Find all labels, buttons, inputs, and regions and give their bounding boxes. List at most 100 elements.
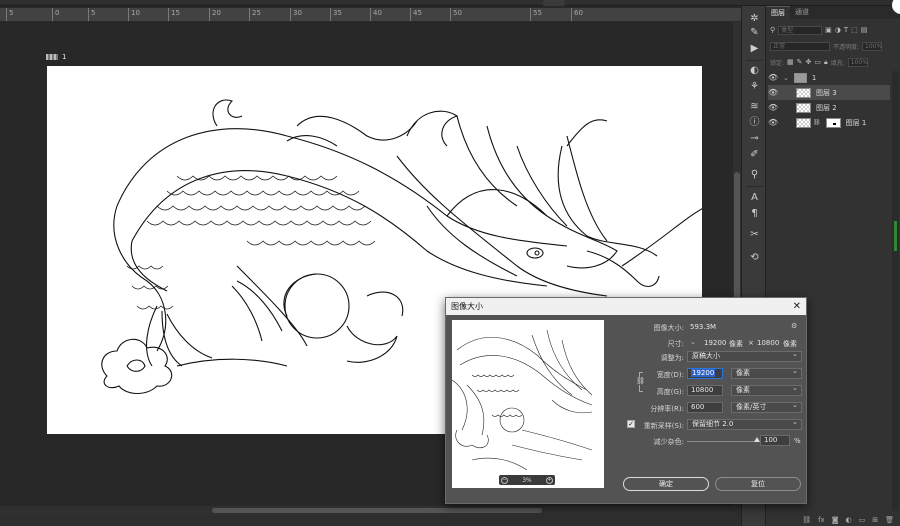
lock-pixels-icon[interactable]: ▦ — [787, 58, 794, 66]
reset-button[interactable]: 复位 — [715, 477, 801, 491]
paragraph-icon[interactable]: ¶ — [747, 207, 762, 220]
preview-dragon-art — [452, 329, 593, 471]
lock-move-icon[interactable]: ✥ — [806, 58, 812, 66]
dimension-sep: × — [748, 339, 754, 347]
lock-row: 锁定: ▦ ✎ ✥ ▭ 🔒︎ 填充: 100% — [766, 56, 890, 68]
brush-settings-icon[interactable]: ✐ — [747, 148, 762, 161]
adjustments-icon[interactable]: ≋ — [747, 100, 762, 113]
ruler-tick: 10 — [128, 8, 140, 21]
ruler-tick: 35 — [330, 8, 342, 21]
resolution-label: 分辨率(R): — [650, 405, 684, 413]
noise-slider[interactable] — [687, 441, 757, 442]
resample-dropdown[interactable]: 保留细节 2.0 — [687, 418, 802, 430]
eye-icon[interactable]: 👁︎ — [768, 118, 778, 127]
lock-artboard-icon[interactable]: ▭ — [814, 58, 821, 66]
lock-all-icon[interactable]: 🔒︎ — [824, 58, 828, 67]
layer-filter-dropdown[interactable]: 类型 — [778, 25, 823, 35]
filter-adjust-icon[interactable]: ◑ — [835, 26, 841, 34]
eye-icon[interactable]: 👁︎ — [768, 73, 778, 82]
info-icon[interactable]: ⓘ — [747, 116, 762, 129]
layer-name: 图层 2 — [816, 103, 837, 112]
brush-icon[interactable]: ✎ — [747, 26, 762, 39]
tab-layers[interactable]: 图层 — [766, 6, 790, 19]
zoom-out-icon[interactable]: − — [501, 476, 508, 484]
noise-input[interactable]: 100 — [760, 435, 790, 446]
vertical-scroll-thumb[interactable] — [734, 172, 740, 312]
history-icon[interactable]: ✲ — [747, 12, 762, 25]
divider — [746, 60, 763, 61]
lock-paint-icon[interactable]: ✎ — [797, 58, 803, 66]
layer-row[interactable]: 👁︎ 图层 2 — [768, 100, 890, 115]
character-icon[interactable]: A — [747, 191, 762, 204]
eye-icon[interactable]: 👁︎ — [768, 103, 778, 112]
layer-mask-thumbnail[interactable] — [825, 117, 841, 128]
swatches-icon[interactable]: ⚘ — [747, 80, 762, 93]
ruler-tick: 55 — [530, 8, 542, 21]
width-unit-dropdown[interactable]: 像素 — [731, 367, 802, 379]
horizontal-scroll-thumb[interactable] — [212, 508, 542, 513]
layer-group-row[interactable]: 👁︎ ⌄ 1 — [768, 70, 890, 85]
panel-scroll-thumb[interactable] — [894, 221, 897, 251]
panel-scrollbar[interactable] — [892, 71, 899, 511]
dimensions-label: 尺寸: — [667, 340, 684, 348]
dialog-title-bar: 图像大小 ✕ — [446, 298, 806, 315]
adjustment-layer-icon[interactable]: ◐ — [846, 516, 852, 524]
opacity-label: 不透明度: — [833, 43, 860, 51]
layer-name: 1 — [811, 73, 817, 82]
photoshop-window: 5 0 5 10 15 20 25 30 35 40 45 50 55 60 1 — [0, 0, 900, 526]
play-icon[interactable]: ▶ — [747, 42, 762, 55]
height-input[interactable]: 10800 — [687, 385, 723, 396]
ruler-tick: 5 — [88, 8, 95, 21]
ruler-tick: 15 — [168, 8, 180, 21]
fill-field[interactable]: 100% — [847, 57, 868, 67]
tab-channels[interactable]: 通道 — [790, 6, 814, 19]
opacity-field[interactable]: 100% — [862, 41, 882, 51]
layer-row[interactable]: 👁︎ ⛓ 图层 1 — [768, 115, 890, 130]
ok-button[interactable]: 确定 — [623, 477, 709, 491]
horizontal-scrollbar[interactable] — [0, 506, 741, 515]
clone-source-icon[interactable]: ⚲ — [747, 168, 762, 181]
ruler-tick: 5 — [6, 8, 13, 21]
ruler-tick: 40 — [370, 8, 382, 21]
width-input[interactable]: 19200 — [687, 368, 723, 379]
properties-icon[interactable]: ⊸ — [747, 132, 762, 145]
fx-icon[interactable]: fx — [818, 516, 825, 524]
eye-icon[interactable]: 👁︎ — [768, 88, 778, 97]
tool-presets-icon[interactable]: ✂ — [747, 228, 762, 241]
3d-icon[interactable]: ⟲ — [747, 251, 762, 264]
resolution-input[interactable]: 600 — [687, 402, 723, 413]
fit-to-label: 调整为: — [660, 354, 684, 362]
width-value: 19200 — [691, 369, 716, 377]
resolution-unit-dropdown[interactable]: 像素/英寸 — [731, 401, 802, 413]
filter-pixel-icon[interactable]: ▣ — [825, 26, 832, 34]
color-icon[interactable]: ◐ — [747, 64, 762, 77]
ruler-tick: 20 — [209, 8, 221, 21]
filter-smart-icon[interactable]: ▤ — [861, 26, 868, 34]
ruler-tick: 50 — [450, 8, 462, 21]
chevron-down-icon[interactable]: ⌄ — [783, 74, 789, 82]
panel-grip[interactable] — [543, 0, 565, 6]
link-layers-icon[interactable]: ⛓ — [802, 516, 811, 524]
zoom-in-icon[interactable]: + — [546, 476, 553, 484]
filter-shape-icon[interactable]: ⬚ — [851, 26, 858, 34]
blend-mode-dropdown[interactable]: 正常 — [770, 41, 830, 51]
add-mask-icon[interactable]: ◙ — [832, 516, 839, 524]
folder-icon — [793, 72, 807, 83]
trash-icon[interactable]: 🗑︎ — [885, 516, 894, 524]
fit-to-dropdown[interactable]: 原稿大小 — [687, 350, 802, 362]
fill-label: 填充: — [830, 59, 845, 67]
gear-icon[interactable]: ⚙ — [791, 322, 797, 330]
layer-row[interactable]: 👁︎ 图层 3 — [768, 85, 890, 100]
ruler-tick: 0 — [52, 8, 59, 21]
filter-type-icon[interactable]: T — [844, 26, 848, 34]
new-group-icon[interactable]: ▭ — [859, 516, 866, 524]
dimensions-chevron-icon[interactable]: ⌄ — [690, 338, 696, 346]
layer-thumbnail — [796, 102, 811, 113]
resample-label: 重新采样(S): — [643, 422, 684, 430]
image-size-value: 593.3M — [690, 323, 717, 331]
image-preview[interactable] — [452, 320, 604, 488]
image-size-label: 图像大小: — [653, 324, 684, 332]
close-icon[interactable]: ✕ — [793, 298, 801, 315]
new-layer-icon[interactable]: ⊞ — [872, 516, 878, 524]
height-unit-dropdown[interactable]: 像素 — [731, 384, 802, 396]
